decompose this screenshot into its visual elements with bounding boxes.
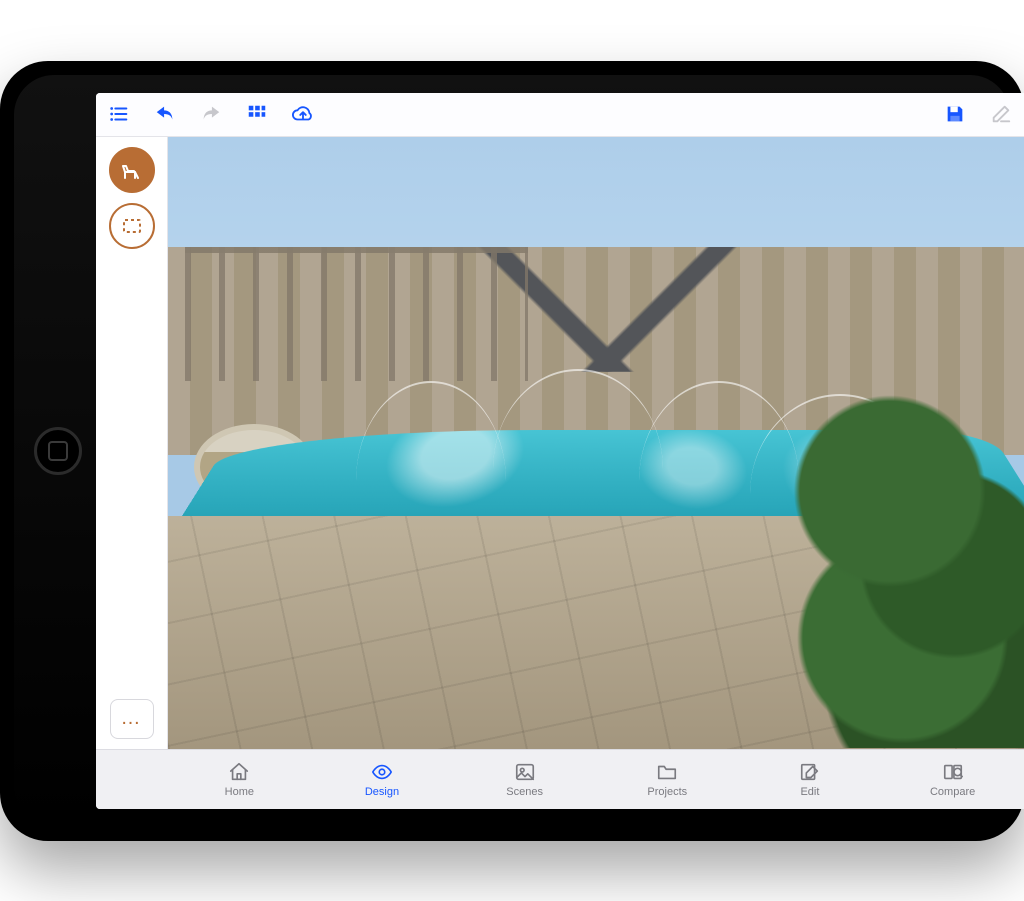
save-icon[interactable] <box>942 101 968 127</box>
ipad-screen: … <box>96 93 1024 809</box>
more-label: … <box>121 707 143 730</box>
tab-scenes-label: Scenes <box>506 786 543 798</box>
app-root: … <box>96 93 1024 809</box>
workspace: … <box>96 137 1024 749</box>
undo-icon[interactable] <box>152 101 178 127</box>
list-icon[interactable] <box>106 101 132 127</box>
tab-design[interactable]: Design <box>332 761 432 798</box>
furniture-tool[interactable] <box>109 147 155 193</box>
tabs: Home Design Scenes <box>168 750 1024 809</box>
tab-edit-label: Edit <box>800 786 819 798</box>
ipad-home-button[interactable] <box>34 427 82 475</box>
tab-compare[interactable]: Compare <box>903 761 1003 798</box>
tab-scenes[interactable]: Scenes <box>475 761 575 798</box>
project-photo <box>168 137 1024 749</box>
tab-projects-label: Projects <box>647 786 687 798</box>
top-toolbar <box>96 93 1024 137</box>
select-rect-tool[interactable] <box>109 203 155 249</box>
tab-projects[interactable]: Projects <box>617 761 717 798</box>
tab-edit[interactable]: Edit <box>760 761 860 798</box>
grid-icon[interactable] <box>244 101 270 127</box>
more-tools-button[interactable]: … <box>110 699 154 739</box>
bottom-tabbar: Home Design Scenes <box>96 749 1024 809</box>
tab-design-label: Design <box>365 786 399 798</box>
cloud-upload-icon[interactable] <box>290 101 316 127</box>
edit-note-icon[interactable] <box>988 101 1014 127</box>
side-rail: … <box>96 137 168 749</box>
ipad-frame: … <box>0 61 1024 841</box>
design-canvas[interactable] <box>168 137 1024 749</box>
tab-home-label: Home <box>225 786 254 798</box>
photo-bush <box>787 381 1024 748</box>
redo-icon <box>198 101 224 127</box>
tab-home[interactable]: Home <box>189 761 289 798</box>
tab-compare-label: Compare <box>930 786 975 798</box>
photo-pergola <box>185 247 527 382</box>
